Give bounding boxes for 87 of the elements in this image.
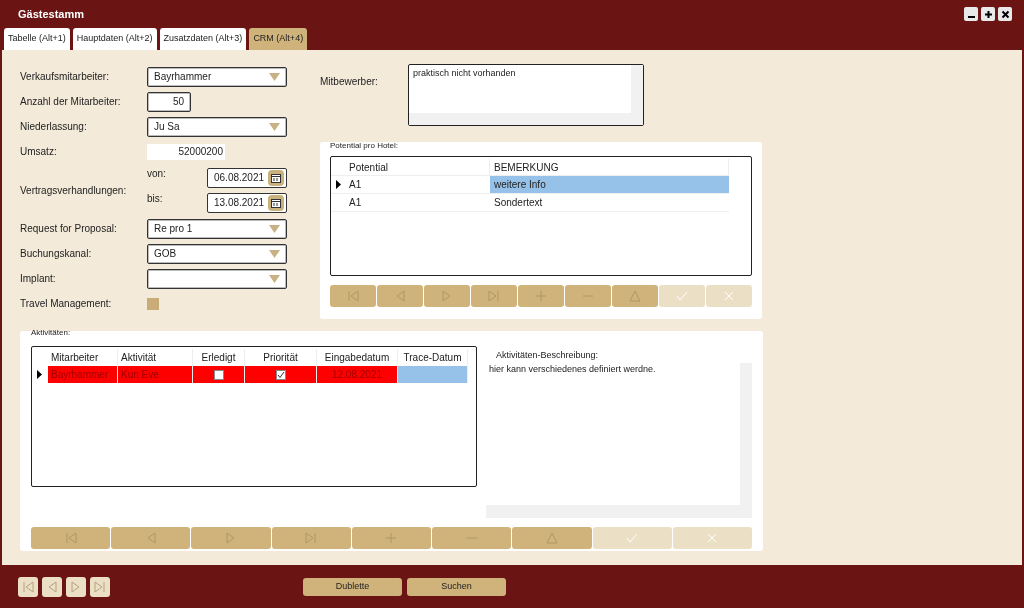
field-label: Aktivitäten-Beschreibung: <box>496 349 600 362</box>
dropdown-caret-icon <box>269 274 280 283</box>
checkmark-icon <box>676 290 688 302</box>
minimize-icon <box>967 15 975 18</box>
section-title: Potential pro Hotel: <box>330 140 400 152</box>
action-button[interactable]: Dublette <box>303 577 402 596</box>
last-record-icon <box>305 531 318 544</box>
calendar-button[interactable] <box>268 169 284 186</box>
date-field[interactable]: 06.08.2021 <box>207 167 287 188</box>
field-label: Mitbewerber: <box>320 75 379 89</box>
text-area[interactable]: hier kann verschiedenes definiert werdne. <box>486 362 752 518</box>
last-record-icon <box>488 290 500 302</box>
field-value: hier kann verschiedenes definiert werdne. <box>488 362 657 376</box>
amount-field[interactable]: 52000200 <box>147 143 225 160</box>
dropdown-field[interactable]: GOB <box>147 243 287 264</box>
tab[interactable]: Zusatzdaten (Alt+3) <box>159 28 247 50</box>
dropdown-field[interactable]: Bayrhammer <box>147 66 287 87</box>
field-label: Verkaufsmitarbeiter: <box>20 70 110 84</box>
table-cell[interactable]: Sondertext <box>490 194 729 211</box>
field-label: Travel Management: <box>20 297 113 311</box>
window-control-button[interactable] <box>981 7 995 21</box>
table-cell[interactable]: A1 <box>345 176 490 193</box>
navigator-button[interactable] <box>42 576 62 597</box>
tab[interactable]: Hauptdaten (Alt+2) <box>72 28 157 50</box>
field-value: praktisch nicht vorhanden <box>412 67 517 80</box>
calendar-icon <box>271 172 281 183</box>
dropdown-field[interactable] <box>147 268 287 289</box>
close-icon <box>723 290 735 302</box>
dropdown-field[interactable]: Ju Sa <box>147 116 287 137</box>
column-header[interactable]: Potential <box>345 159 490 175</box>
table-cell[interactable] <box>245 366 317 383</box>
plus-icon <box>535 290 547 302</box>
calendar-icon <box>271 197 281 208</box>
field-label: Request for Proposal: <box>20 222 118 236</box>
dropdown-caret-icon <box>269 249 280 258</box>
triangle-icon <box>629 290 641 302</box>
checkmark-icon <box>276 370 285 379</box>
field-label: Umsatz: <box>20 145 58 159</box>
dropdown-caret-icon <box>269 224 280 233</box>
navigator-button[interactable] <box>18 576 38 597</box>
action-button[interactable]: Suchen <box>407 577 506 596</box>
horizontal-scrollbar[interactable] <box>409 113 643 125</box>
dropdown-caret-icon <box>269 122 280 131</box>
checkmark-icon <box>626 531 639 544</box>
first-record-icon <box>347 290 359 302</box>
table-cell[interactable] <box>398 366 468 383</box>
navigator-button[interactable] <box>66 576 86 597</box>
previous-icon <box>394 290 406 302</box>
dropdown-field[interactable]: Re pro 1 <box>147 218 287 239</box>
first-record-icon <box>22 580 34 593</box>
checkbox[interactable] <box>213 369 224 380</box>
navigator-button[interactable] <box>90 576 110 597</box>
number-field[interactable]: 50 <box>147 91 191 112</box>
window-title: Gästestamm <box>18 6 85 22</box>
column-header[interactable]: BEMERKUNG <box>490 159 729 175</box>
table-cell[interactable]: weitere Info <box>490 176 729 193</box>
date-field[interactable]: 13.08.2021 <box>207 192 287 213</box>
field-label: Implant: <box>20 272 57 286</box>
triangle-icon <box>545 531 558 544</box>
last-record-icon <box>94 580 106 593</box>
field-label: Anzahl der Mitarbeiter: <box>20 95 122 109</box>
section-title: Aktivitäten: <box>31 327 72 339</box>
calendar-button[interactable] <box>268 194 284 211</box>
close-icon <box>1000 9 1010 19</box>
field-label: Vertragsverhandlungen: <box>20 183 128 198</box>
close-icon <box>706 531 719 544</box>
field-label: von: <box>147 167 167 181</box>
next-icon <box>70 580 82 593</box>
first-record-icon <box>64 531 77 544</box>
dropdown-caret-icon <box>269 72 280 81</box>
text-area[interactable]: praktisch nicht vorhanden <box>408 64 644 126</box>
window-control-button[interactable] <box>964 7 978 21</box>
maximize-icon <box>983 9 993 19</box>
field-label: Niederlassung: <box>20 120 88 134</box>
table-cell[interactable] <box>193 366 245 383</box>
field-label: bis: <box>147 192 164 206</box>
table-cell[interactable]: A1 <box>345 194 490 211</box>
tab[interactable]: Tabelle (Alt+1) <box>4 28 70 50</box>
previous-icon <box>46 580 58 593</box>
checkbox[interactable] <box>275 369 286 380</box>
checkbox[interactable] <box>147 297 159 310</box>
next-icon <box>441 290 453 302</box>
field-label: Buchungskanal: <box>20 247 93 261</box>
plus-icon <box>385 531 398 544</box>
tab[interactable]: CRM (Alt+4) <box>249 28 308 50</box>
vertical-scrollbar[interactable] <box>631 65 643 113</box>
window-control-button[interactable] <box>998 7 1012 21</box>
